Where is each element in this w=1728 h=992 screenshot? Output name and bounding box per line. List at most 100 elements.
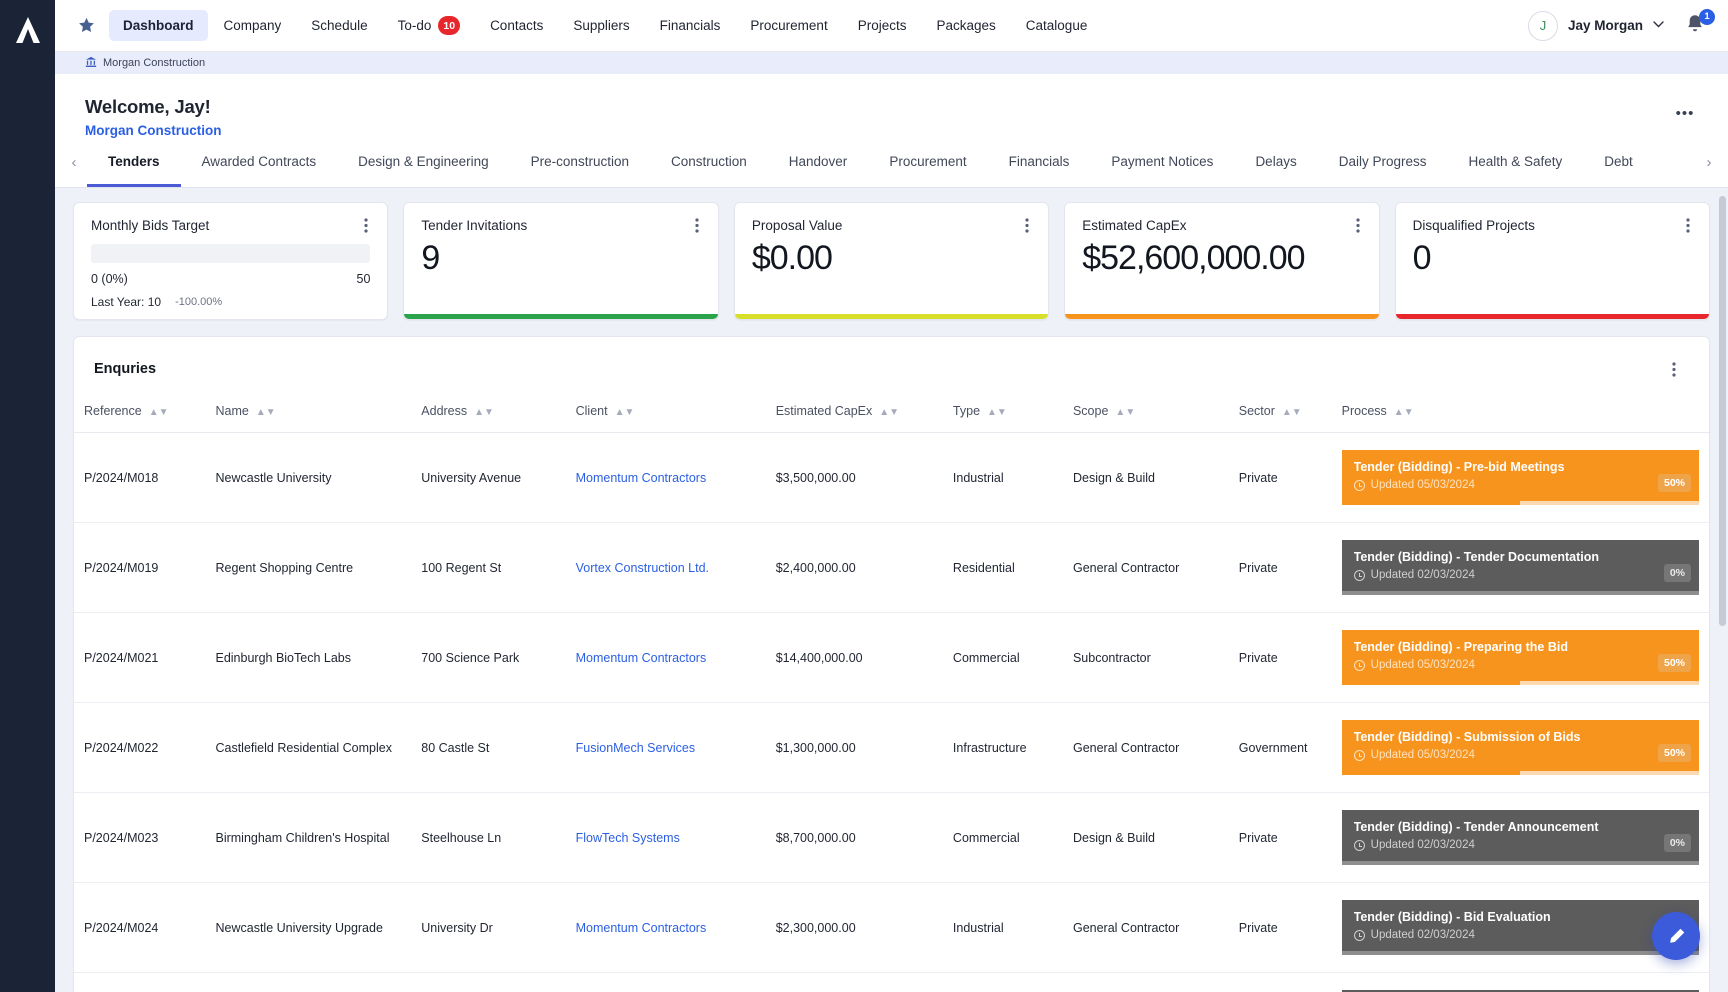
kpi-card-tender-invitations: Tender Invitations 9: [403, 202, 718, 320]
tab-health-safety[interactable]: Health & Safety: [1447, 138, 1583, 187]
enquiry-client[interactable]: FlowTech Systems: [566, 793, 766, 883]
tab-construction[interactable]: Construction: [650, 138, 768, 187]
enquiry-process[interactable]: Tender (Bidding) - Preparing the BidUpda…: [1332, 613, 1709, 703]
enquiry-client[interactable]: FusionMech Services: [566, 703, 766, 793]
column-header-address[interactable]: Address▲▼: [411, 398, 565, 433]
table-row[interactable]: P/2024/M022Castlefield Residential Compl…: [74, 703, 1709, 793]
table-row[interactable]: P/2024/M024Newcastle University UpgradeU…: [74, 883, 1709, 973]
edit-fab-button[interactable]: [1652, 912, 1700, 960]
process-status-cell[interactable]: Tender (Bidding) - Tender AnnouncementUp…: [1342, 810, 1699, 865]
enquiry-client[interactable]: Momentum Contractors: [566, 433, 766, 523]
column-header-reference[interactable]: Reference▲▼: [74, 398, 205, 433]
column-header-type[interactable]: Type▲▼: [943, 398, 1063, 433]
client-link[interactable]: FlowTech Systems: [576, 831, 680, 845]
process-status-cell[interactable]: Tender (Bidding) - Pre-bid MeetingsUpdat…: [1342, 450, 1699, 505]
kpi-options-button[interactable]: [362, 218, 370, 233]
nav-item-schedule[interactable]: Schedule: [297, 10, 381, 41]
enquiry-type: Infrastructure: [943, 973, 1063, 992]
client-link[interactable]: Momentum Contractors: [576, 651, 707, 665]
user-menu[interactable]: J Jay Morgan: [1528, 11, 1664, 41]
enquiry-capex: $1,300,000.00: [766, 703, 943, 793]
process-status-cell[interactable]: Tender (Bidding) - Submission of BidsUpd…: [1342, 720, 1699, 775]
table-row[interactable]: P/2024/M025Portsmouth Naval BaseQueen St…: [74, 973, 1709, 992]
sort-icon: ▲▼: [1115, 407, 1135, 418]
tab-label: Payment Notices: [1111, 154, 1213, 169]
enquiry-capex: $3,500,000.00: [766, 433, 943, 523]
process-status-cell[interactable]: Tender (Bidding) - Bid EvaluationUpdated…: [1342, 900, 1699, 955]
tab-handover[interactable]: Handover: [768, 138, 869, 187]
nav-item-financials[interactable]: Financials: [646, 10, 735, 41]
nav-item-projects[interactable]: Projects: [844, 10, 921, 41]
tab-payment-notices[interactable]: Payment Notices: [1090, 138, 1234, 187]
sort-icon: ▲▼: [615, 407, 635, 418]
enquiry-reference: P/2024/M021: [74, 613, 205, 703]
tab-procurement[interactable]: Procurement: [868, 138, 987, 187]
table-row[interactable]: P/2024/M019Regent Shopping Centre100 Reg…: [74, 523, 1709, 613]
enquiry-client[interactable]: Vortex Construction Ltd.: [566, 523, 766, 613]
process-status-cell[interactable]: Tender (Bidding) - Preparing the BidUpda…: [1342, 630, 1699, 685]
nav-label: Dashboard: [123, 18, 194, 33]
enquiry-process[interactable]: Tender (Bidding) - Tender DocumentationU…: [1332, 523, 1709, 613]
column-header-name[interactable]: Name▲▼: [205, 398, 411, 433]
client-link[interactable]: Momentum Contractors: [576, 471, 707, 485]
nav-item-company[interactable]: Company: [210, 10, 296, 41]
enquiry-capex: $2,400,000.00: [766, 523, 943, 613]
tab-daily-progress[interactable]: Daily Progress: [1318, 138, 1448, 187]
enquiry-client[interactable]: Momentum Contractors: [566, 883, 766, 973]
page-options-button[interactable]: •••: [1670, 98, 1700, 128]
tab-debt[interactable]: Debt: [1583, 138, 1654, 187]
bids-progress-track: [91, 244, 370, 263]
column-header-client[interactable]: Client▲▼: [566, 398, 766, 433]
kpi-options-button[interactable]: [1023, 218, 1031, 233]
kpi-options-button[interactable]: [1684, 218, 1692, 233]
column-header-estimated-capex[interactable]: Estimated CapEx▲▼: [766, 398, 943, 433]
tabs-next-arrow-icon[interactable]: ›: [1696, 154, 1722, 171]
tab-delays[interactable]: Delays: [1234, 138, 1317, 187]
tabs-prev-arrow-icon[interactable]: ‹: [61, 154, 87, 171]
breadcrumb-text[interactable]: Morgan Construction: [103, 57, 205, 69]
app-logo-icon[interactable]: [11, 14, 45, 46]
process-status-cell[interactable]: Tender (Bidding) - Tender DocumentationU…: [1342, 540, 1699, 595]
client-link[interactable]: Vortex Construction Ltd.: [576, 561, 709, 575]
enquiries-options-button[interactable]: [1659, 354, 1689, 384]
favorites-star-icon[interactable]: [69, 9, 103, 43]
kpi-options-button[interactable]: [693, 218, 701, 233]
nav-item-dashboard[interactable]: Dashboard: [109, 10, 208, 41]
nav-item-todo[interactable]: To-do 10: [384, 8, 474, 43]
nav-item-procurement[interactable]: Procurement: [736, 10, 841, 41]
vertical-scrollbar[interactable]: [1719, 196, 1726, 984]
tab-label: Awarded Contracts: [202, 154, 317, 169]
client-link[interactable]: Momentum Contractors: [576, 921, 707, 935]
clock-icon: [1354, 750, 1365, 761]
table-row[interactable]: P/2024/M018Newcastle UniversityUniversit…: [74, 433, 1709, 523]
enquiry-process[interactable]: Tender (Bidding) - Contract AwardUpdated…: [1332, 973, 1709, 992]
org-link[interactable]: Morgan Construction: [85, 123, 222, 138]
enquiry-client[interactable]: Vortex Construction Ltd.: [566, 973, 766, 992]
tab-design-engineering[interactable]: Design & Engineering: [337, 138, 510, 187]
tab-financials[interactable]: Financials: [988, 138, 1091, 187]
enquiry-process[interactable]: Tender (Bidding) - Pre-bid MeetingsUpdat…: [1332, 433, 1709, 523]
kpi-options-button[interactable]: [1354, 218, 1362, 233]
nav-item-catalogue[interactable]: Catalogue: [1012, 10, 1102, 41]
column-header-sector[interactable]: Sector▲▼: [1229, 398, 1332, 433]
column-header-scope[interactable]: Scope▲▼: [1063, 398, 1229, 433]
nav-item-packages[interactable]: Packages: [922, 10, 1009, 41]
table-row[interactable]: P/2024/M023Birmingham Children's Hospita…: [74, 793, 1709, 883]
enquiries-table: Reference▲▼ Name▲▼ Address▲▼ Client▲▼ Es…: [74, 398, 1709, 992]
enquiry-sector: Private: [1229, 523, 1332, 613]
enquiry-name: Edinburgh BioTech Labs: [205, 613, 411, 703]
tab-pre-construction[interactable]: Pre-construction: [510, 138, 650, 187]
notifications-button[interactable]: 1: [1684, 13, 1710, 39]
scrollbar-thumb[interactable]: [1719, 196, 1726, 626]
column-header-process[interactable]: Process▲▼: [1332, 398, 1709, 433]
tab-tenders[interactable]: Tenders: [87, 138, 181, 187]
client-link[interactable]: FusionMech Services: [576, 741, 696, 755]
process-progress-track: [1342, 951, 1699, 955]
enquiry-process[interactable]: Tender (Bidding) - Tender AnnouncementUp…: [1332, 793, 1709, 883]
nav-item-contacts[interactable]: Contacts: [476, 10, 557, 41]
enquiry-process[interactable]: Tender (Bidding) - Submission of BidsUpd…: [1332, 703, 1709, 793]
enquiry-client[interactable]: Momentum Contractors: [566, 613, 766, 703]
nav-item-suppliers[interactable]: Suppliers: [559, 10, 643, 41]
table-row[interactable]: P/2024/M021Edinburgh BioTech Labs700 Sci…: [74, 613, 1709, 703]
tab-awarded-contracts[interactable]: Awarded Contracts: [181, 138, 338, 187]
